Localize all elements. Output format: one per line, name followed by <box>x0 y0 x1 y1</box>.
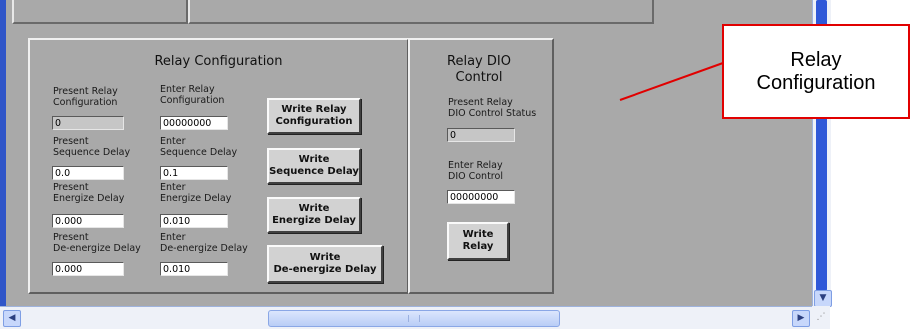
enter-sequence-delay-input[interactable]: 0.1 <box>160 166 228 180</box>
enter-energize-delay-label: Enter Energize Delay <box>160 182 232 204</box>
enter-dio-control-input[interactable]: 00000000 <box>447 190 515 204</box>
top-panel-right <box>188 0 654 24</box>
relay-dio-control-panel: Relay DIO Control Present Relay DIO Cont… <box>408 38 554 294</box>
present-energize-delay-field: 0.000 <box>52 214 124 228</box>
callout-pointer-line <box>619 62 724 101</box>
enter-energize-delay-input[interactable]: 0.010 <box>160 214 228 228</box>
callout-pointer-stroke <box>619 62 724 101</box>
enter-relay-configuration-input[interactable]: 00000000 <box>160 116 228 130</box>
write-relay-button[interactable]: Write Relay <box>447 222 509 260</box>
scroll-left-arrow-icon[interactable]: ◀ <box>3 310 21 327</box>
resize-grip-icon[interactable]: ⋰ <box>812 306 830 328</box>
write-deenergize-delay-button[interactable]: Write De-energize Delay <box>267 245 383 283</box>
present-relay-configuration-label: Present Relay Configuration <box>53 86 118 108</box>
enter-deenergize-delay-input[interactable]: 0.010 <box>160 262 228 276</box>
present-energize-delay-label: Present Energize Delay <box>53 182 125 204</box>
horizontal-scrollbar[interactable]: ◀ ▶ <box>0 306 830 329</box>
present-dio-status-label: Present Relay DIO Control Status <box>448 97 537 119</box>
scroll-right-arrow-icon[interactable]: ▶ <box>792 310 810 327</box>
top-panel-left <box>12 0 188 24</box>
horizontal-scroll-thumb[interactable] <box>268 310 560 327</box>
relay-dio-control-title: Relay DIO Control <box>447 54 511 85</box>
present-sequence-delay-field: 0.0 <box>52 166 124 180</box>
application-window: Relay Configuration Present Relay Config… <box>0 0 832 329</box>
relay-configuration-title: Relay Configuration <box>154 54 283 69</box>
relay-configuration-callout: Relay Configuration <box>722 24 910 119</box>
write-sequence-delay-button[interactable]: Write Sequence Delay <box>267 148 361 184</box>
scroll-thumb-grip-icon <box>408 315 420 322</box>
present-sequence-delay-label: Present Sequence Delay <box>53 136 131 158</box>
present-dio-status-field: 0 <box>447 128 515 142</box>
present-deenergize-delay-field: 0.000 <box>52 262 124 276</box>
write-relay-configuration-button[interactable]: Write Relay Configuration <box>267 98 361 134</box>
write-energize-delay-button[interactable]: Write Energize Delay <box>267 197 361 233</box>
window-left-border <box>0 0 6 328</box>
enter-dio-control-label: Enter Relay DIO Control <box>448 160 503 182</box>
enter-relay-configuration-label: Enter Relay Configuration <box>160 84 225 106</box>
enter-sequence-delay-label: Enter Sequence Delay <box>160 136 238 158</box>
present-relay-configuration-field: 0 <box>52 116 124 130</box>
enter-deenergize-delay-label: Enter De-energize Delay <box>160 232 248 254</box>
relay-configuration-panel: Relay Configuration Present Relay Config… <box>28 38 409 294</box>
present-deenergize-delay-label: Present De-energize Delay <box>53 232 141 254</box>
scroll-down-arrow-icon[interactable]: ▼ <box>814 290 832 307</box>
